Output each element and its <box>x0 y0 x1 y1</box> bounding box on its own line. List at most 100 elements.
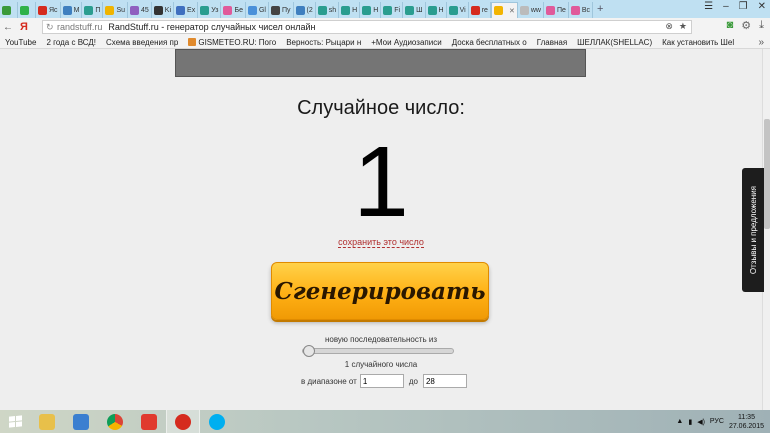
feedback-tab[interactable]: Отзывы и предложения <box>742 168 764 292</box>
browser-tab[interactable]: М <box>61 2 83 18</box>
browser-tab[interactable]: (2 <box>294 2 316 18</box>
new-tab-button[interactable]: + <box>593 3 607 15</box>
sequence-label: новую последовательность из <box>324 335 438 344</box>
language-indicator[interactable]: РУС <box>710 418 724 425</box>
browser-tab[interactable] <box>18 2 36 18</box>
back-icon[interactable]: ← <box>0 22 16 33</box>
tab-label: Уз <box>211 6 219 14</box>
slider-thumb[interactable] <box>303 345 315 357</box>
browser-tab[interactable]: Вс <box>569 2 594 18</box>
browser-tab[interactable]: Su <box>103 2 128 18</box>
skype-taskbar-button[interactable] <box>200 410 234 433</box>
range-to-input[interactable] <box>422 374 467 388</box>
tab-label: sh <box>328 6 337 14</box>
bookmark-star-icon[interactable]: ★ <box>679 21 687 32</box>
start-button[interactable] <box>0 410 30 433</box>
tab-label: 45 <box>141 6 149 14</box>
explorer-taskbar-button[interactable] <box>30 410 64 433</box>
volume-icon[interactable]: ◀) <box>697 418 705 426</box>
close-tab-icon[interactable]: ✕ <box>509 7 515 15</box>
address-bar-icons: ⊗ ★ <box>665 21 687 32</box>
browser-tab-strip: Яс М П Su 45 Ki Ex Уз Бе Gl Пу (2 sh Н Н Fi Ш Н Vi re ✕ ww Пе В… <box>0 0 770 18</box>
tab-label: Gl <box>258 6 266 14</box>
bookmark-item[interactable]: Доска бесплатных о <box>447 38 532 47</box>
tab-label: Su <box>116 6 125 14</box>
browser-tab[interactable]: Н <box>426 2 447 18</box>
yandex-browser-icon <box>175 413 191 430</box>
yandex-taskbar-button[interactable] <box>132 410 166 433</box>
browser-tab[interactable]: ✕ <box>490 2 518 18</box>
tab-favicon-icon <box>84 5 94 15</box>
yandex-logo-icon[interactable]: Я <box>16 21 32 33</box>
tab-label: Н <box>373 6 379 14</box>
browser-tab[interactable]: Яс <box>36 2 61 18</box>
bookmark-item[interactable]: YouTube <box>0 38 41 47</box>
bookmark-item[interactable]: Главная <box>532 38 572 47</box>
browser-tab[interactable]: Gl <box>246 2 269 18</box>
address-bar[interactable]: ↻ randstuff.ru RandStuff.ru - генератор … <box>42 20 692 34</box>
result-heading: Случайное число: <box>297 97 465 119</box>
save-number-link[interactable]: сохранить это число <box>338 237 424 248</box>
browser-tab[interactable]: re <box>469 2 491 18</box>
chrome-taskbar-button[interactable] <box>98 410 132 433</box>
gismeteo-icon <box>188 37 197 46</box>
tab-favicon-icon <box>176 5 186 15</box>
tab-favicon-icon <box>427 5 437 15</box>
browser-tab[interactable]: ww <box>518 2 544 18</box>
settings-icon[interactable]: ⚙ <box>741 19 751 32</box>
tab-favicon-icon <box>362 5 372 15</box>
refresh-icon[interactable]: ↻ <box>46 22 54 33</box>
yandex-browser-taskbar-button[interactable] <box>166 410 200 433</box>
scrollbar-thumb[interactable] <box>764 119 770 229</box>
bookmark-item[interactable]: Как установить Шеl <box>657 38 739 47</box>
bookmark-item[interactable]: Верность: Рыцари н <box>281 38 366 47</box>
protect-icon[interactable]: ◙ <box>727 19 734 32</box>
browser-tab[interactable]: Пу <box>269 2 294 18</box>
browser-tab[interactable]: Бе <box>221 2 246 18</box>
range-row: в диапазоне от до <box>298 374 467 388</box>
restore-icon[interactable]: ❐ <box>739 1 748 12</box>
browser-tab[interactable]: Fi <box>381 2 404 18</box>
tab-label: re <box>481 6 488 14</box>
download-icon[interactable]: ⤓ <box>759 19 764 32</box>
browser-tab[interactable]: Н <box>360 2 382 18</box>
clock[interactable]: 11:35 27.06.2015 <box>729 413 764 431</box>
browser-tab[interactable] <box>0 2 18 18</box>
browser-tab[interactable]: Vi <box>447 2 469 18</box>
browser-tab[interactable]: 45 <box>128 2 152 18</box>
browser-tab[interactable]: Ki <box>152 2 175 18</box>
tab-label: Ш <box>416 6 423 14</box>
tab-label: Vi <box>459 6 466 14</box>
tab-favicon-icon <box>62 5 72 15</box>
feedback-tab-label: Отзывы и предложения <box>748 185 758 275</box>
browser-tab[interactable]: Ex <box>174 2 199 18</box>
browser-tab[interactable]: Пе <box>544 2 569 18</box>
browser-tab[interactable]: Уз <box>198 2 222 18</box>
bookmark-item[interactable]: 2 года с ВСД! <box>41 38 101 47</box>
browser-tab[interactable]: П <box>82 2 104 18</box>
range-from-input[interactable] <box>359 374 404 388</box>
tab-favicon-icon <box>223 5 233 15</box>
clear-url-icon[interactable]: ⊗ <box>665 21 673 32</box>
browser-tab[interactable]: Н <box>339 2 361 18</box>
browser-tab[interactable]: Ш <box>403 2 426 18</box>
bookmark-item[interactable]: GISMETEO.RU: Пого <box>183 37 281 47</box>
bookmark-item[interactable]: ШЕЛЛАК(SHELLAC) <box>572 38 657 47</box>
tab-favicon-icon <box>20 5 29 15</box>
menu-icon[interactable]: ☰ <box>704 1 713 12</box>
bookmark-item[interactable]: +Мои Аудиозаписи <box>366 38 446 47</box>
bookmark-item[interactable]: Схема введения пр <box>101 38 183 47</box>
tab-label: Ex <box>187 6 196 14</box>
bookmarks-more-icon[interactable]: » <box>758 37 764 48</box>
count-slider[interactable] <box>302 345 454 357</box>
chrome-icon <box>107 413 123 430</box>
close-window-icon[interactable]: ✕ <box>758 1 766 12</box>
generate-button[interactable]: Сгенерировать <box>271 262 489 320</box>
tray-up-arrow-icon[interactable]: ▲ <box>676 418 683 425</box>
browser-tab[interactable]: sh <box>316 2 340 18</box>
folder-icon <box>39 413 55 430</box>
media-player-taskbar-button[interactable] <box>64 410 98 433</box>
tab-label: ww <box>530 6 541 14</box>
network-icon[interactable]: ▮ <box>688 418 692 426</box>
minimize-icon[interactable]: – <box>723 1 729 12</box>
